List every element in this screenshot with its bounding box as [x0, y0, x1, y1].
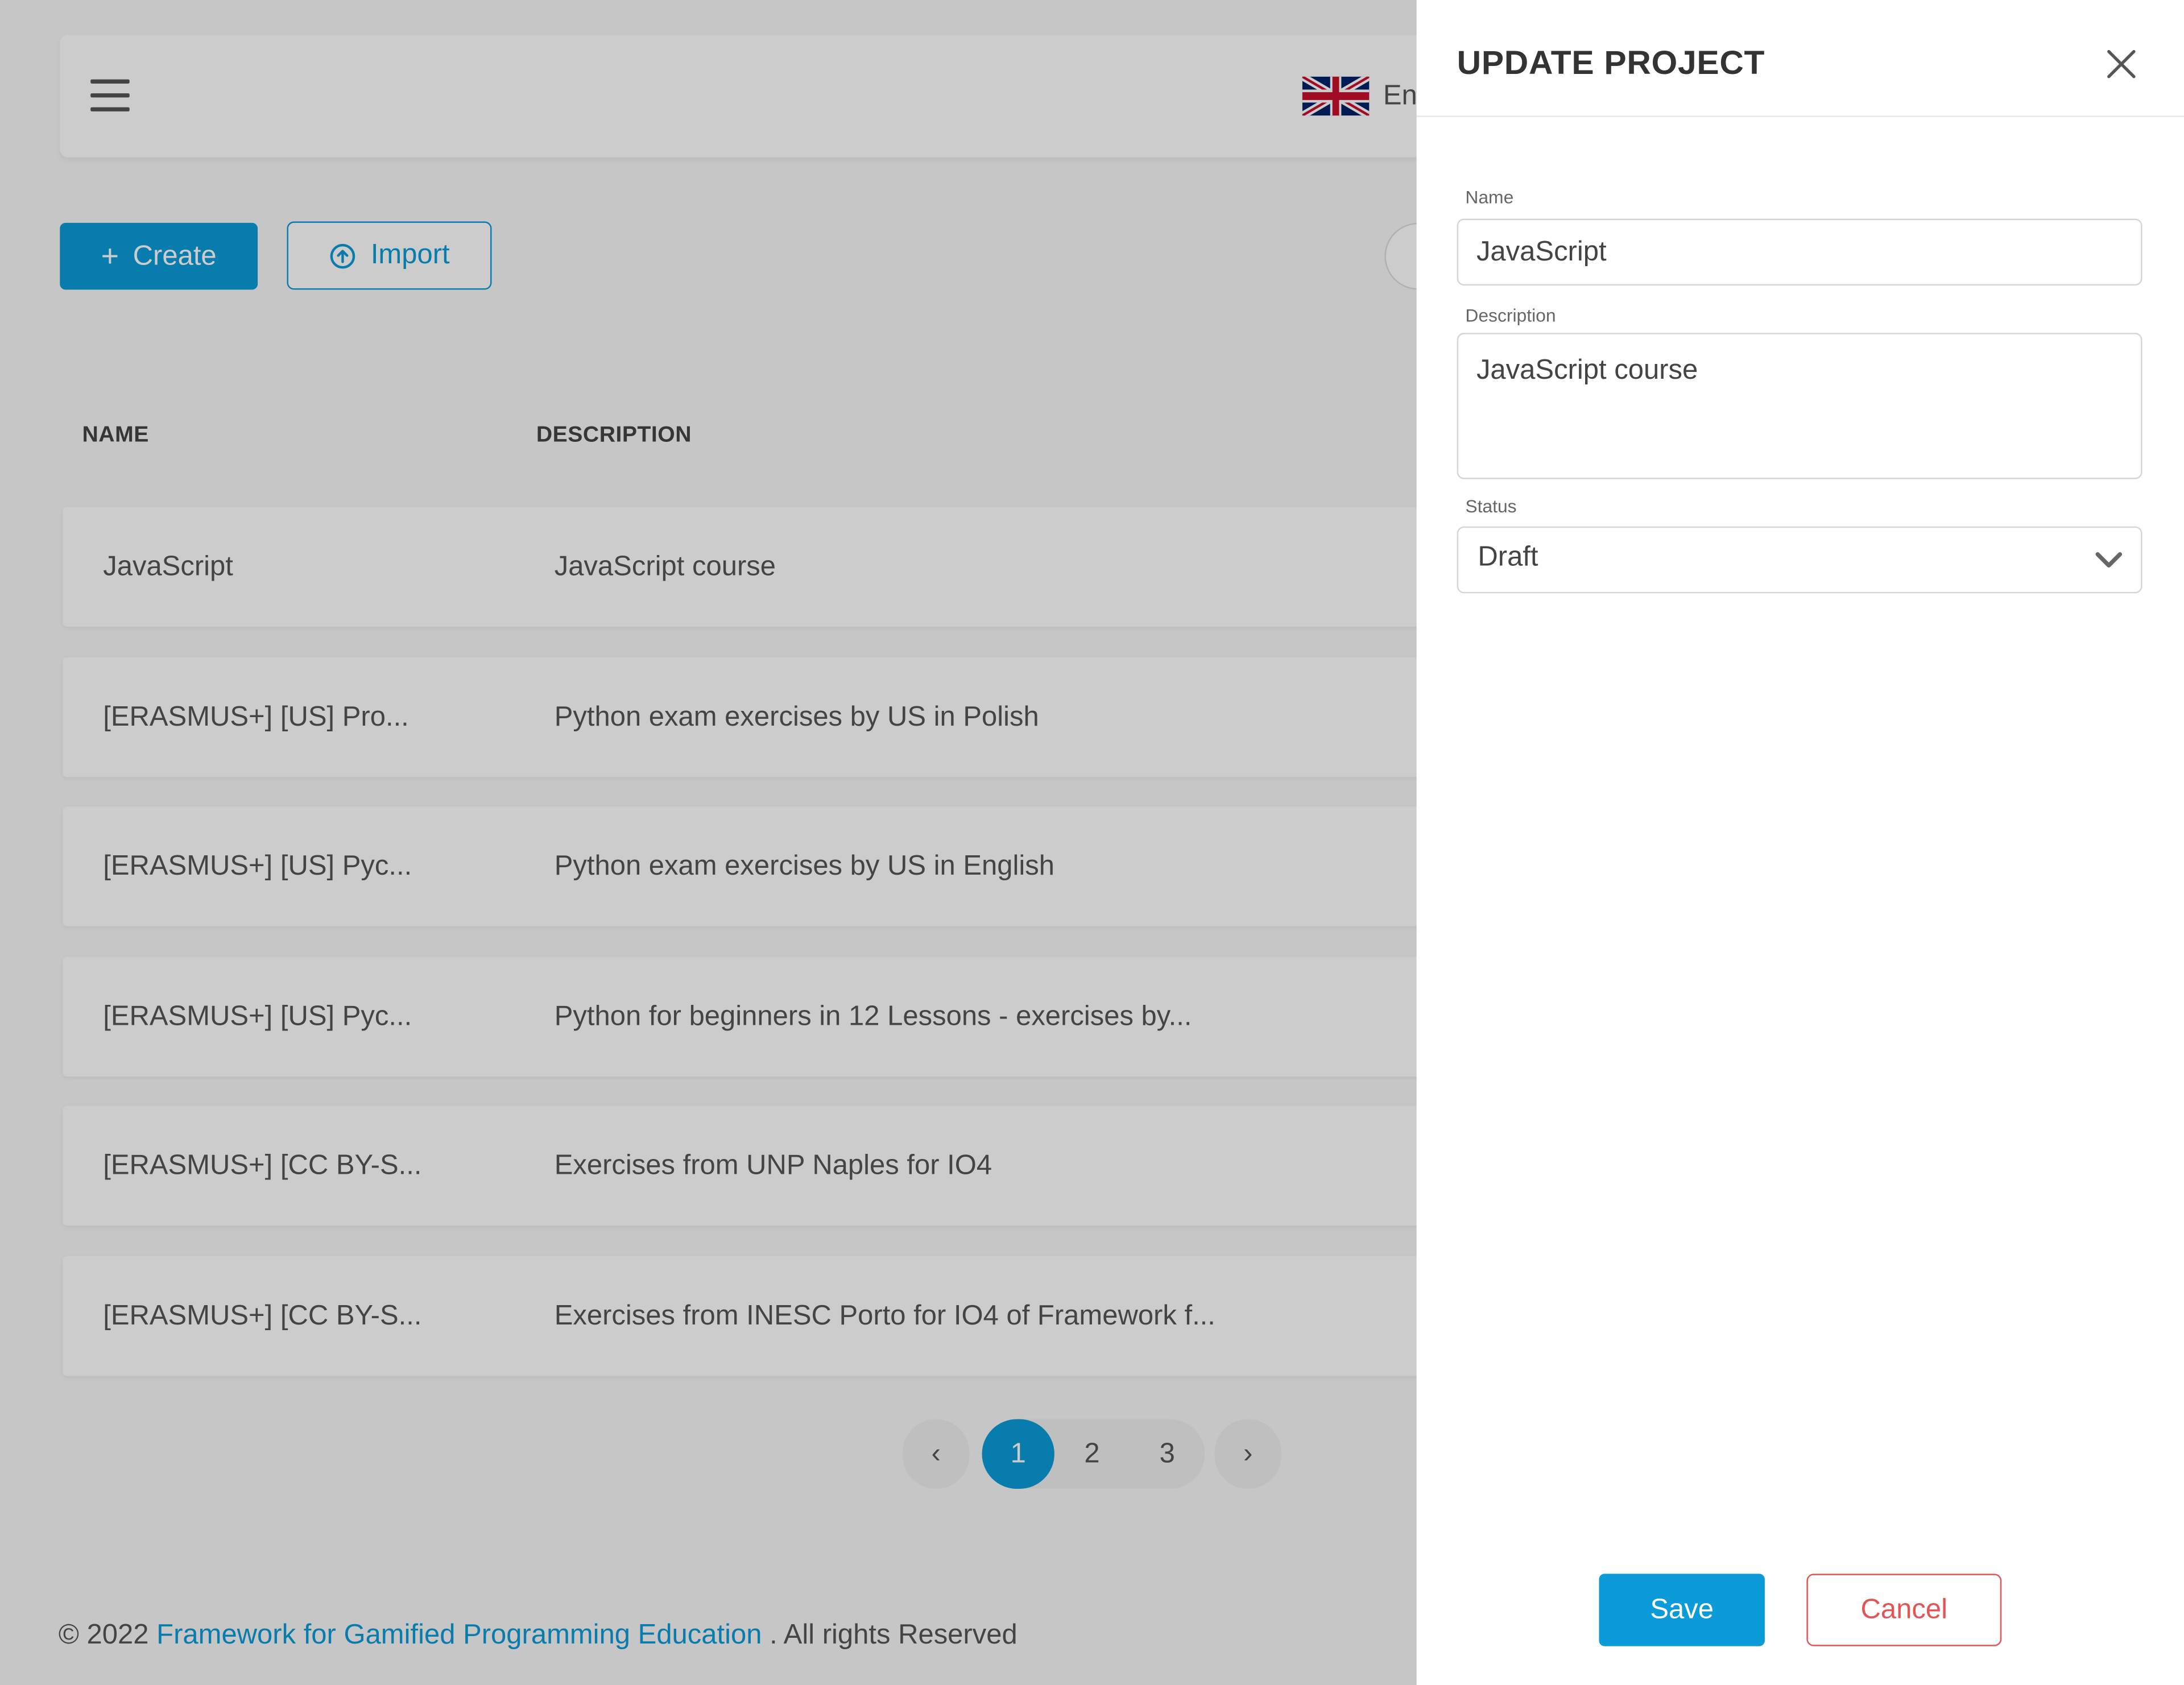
drawer-title: UPDATE PROJECT	[1457, 44, 1765, 82]
status-selected-value: Draft	[1478, 541, 1538, 573]
chevron-down-icon	[2095, 552, 2123, 568]
name-field-label: Name	[1465, 187, 1514, 208]
status-select[interactable]: Draft	[1457, 526, 2142, 594]
name-input[interactable]	[1457, 218, 2142, 286]
save-button[interactable]: Save	[1599, 1574, 1765, 1646]
cancel-button[interactable]: Cancel	[1806, 1574, 2002, 1646]
description-textarea[interactable]: JavaScript course	[1457, 333, 2142, 479]
description-field-label: Description	[1465, 305, 1556, 326]
update-project-drawer: UPDATE PROJECT Name Description JavaScri…	[1416, 0, 2184, 1685]
drawer-header: UPDATE PROJECT	[1416, 0, 2184, 117]
close-icon[interactable]	[2100, 43, 2142, 85]
status-field-label: Status	[1465, 495, 1517, 517]
